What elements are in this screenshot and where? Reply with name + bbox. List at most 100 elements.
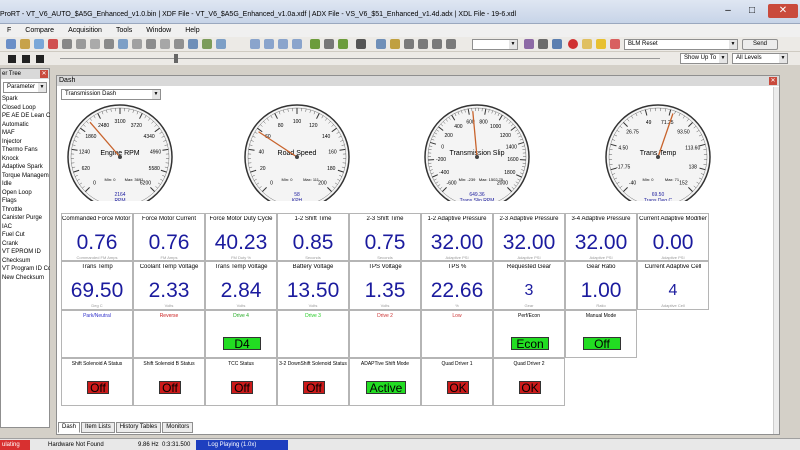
parameter-tree-item[interactable]: MAF xyxy=(2,129,50,138)
record-icon[interactable] xyxy=(48,39,58,49)
parameter-tree-item[interactable]: Fuel Cut xyxy=(2,231,50,240)
indicator-label: Drive 3 xyxy=(305,313,321,319)
parameter-filter-combo[interactable]: Parameter ▼ xyxy=(3,82,47,93)
note-icon[interactable] xyxy=(582,39,592,49)
close-file-icon[interactable] xyxy=(90,39,100,49)
menu-file[interactable]: F xyxy=(0,24,18,37)
tools-icon[interactable] xyxy=(146,39,156,49)
send-button[interactable]: Send xyxy=(742,39,778,50)
tab-monitors[interactable]: Monitors xyxy=(162,422,194,433)
log-slider-thumb[interactable] xyxy=(174,54,178,63)
parameter-tree-item[interactable]: Closed Loop xyxy=(2,104,50,113)
command-combo[interactable]: BLM Reset ▼ xyxy=(624,39,738,50)
parameter-tree-item[interactable]: Torque Managem xyxy=(2,172,50,181)
parameter-tree-item[interactable]: New Checksum xyxy=(2,274,50,283)
step-icon[interactable] xyxy=(36,55,44,63)
parameter-tree-item[interactable]: VT Program ID Co xyxy=(2,265,50,274)
minimize-button[interactable]: – xyxy=(718,4,738,18)
cell-label: Commanded Force Motor Curre xyxy=(62,216,132,222)
table-icon[interactable] xyxy=(118,39,128,49)
dash-scrollbar[interactable] xyxy=(773,87,779,434)
table3-icon[interactable] xyxy=(292,39,302,49)
edit-icon[interactable] xyxy=(132,39,142,49)
gauge-tick-label: 152 xyxy=(679,180,688,186)
parameter-tree-item[interactable]: Idle xyxy=(2,180,50,189)
parameter-tree-item[interactable]: Canister Purge xyxy=(2,214,50,223)
parameter-tree-item[interactable]: Injector xyxy=(2,138,50,147)
close-icon[interactable]: ✕ xyxy=(769,77,777,85)
log-speed-combo[interactable]: ▼ xyxy=(472,39,518,50)
indicator-badge: Econ xyxy=(511,337,549,351)
paste-icon[interactable] xyxy=(174,39,184,49)
menu-help[interactable]: Help xyxy=(178,24,206,37)
tab-dash[interactable]: Dash xyxy=(58,422,81,433)
cell-label: Trans Temp xyxy=(81,264,113,270)
parameter-tree-item[interactable]: Flags xyxy=(2,197,50,206)
settings-icon[interactable] xyxy=(76,39,86,49)
grid-cell: Drive 3 xyxy=(277,310,349,358)
vacuum-icon[interactable] xyxy=(524,39,534,49)
next-icon[interactable] xyxy=(418,39,428,49)
all-levels-value: All Levels xyxy=(736,55,762,61)
parameter-tree-item[interactable]: Knock xyxy=(2,155,50,164)
close-button[interactable]: ✕ xyxy=(768,4,798,18)
graph-icon[interactable] xyxy=(202,39,212,49)
stop-icon[interactable] xyxy=(22,55,30,63)
stop-icon[interactable] xyxy=(62,39,72,49)
parameter-tree-item[interactable]: Throttle xyxy=(2,206,50,215)
parameter-tree-item[interactable]: PE AE DE Lean Cr xyxy=(2,112,50,121)
save-icon[interactable] xyxy=(34,39,44,49)
warn-icon[interactable] xyxy=(610,39,620,49)
parameter-tree-item[interactable]: IAC xyxy=(2,223,50,232)
menu-compare[interactable]: Compare xyxy=(18,24,61,37)
parameter-tree-item[interactable]: Thermo Fans xyxy=(2,146,50,155)
bookmark-icon[interactable] xyxy=(390,39,400,49)
grid-icon[interactable] xyxy=(188,39,198,49)
pause-icon[interactable] xyxy=(8,55,16,63)
copy-icon[interactable] xyxy=(160,39,170,49)
parameter-tree-item[interactable]: Automatic xyxy=(2,121,50,130)
tab-history-tables[interactable]: History Tables xyxy=(115,422,162,433)
chevron-down-icon: ▼ xyxy=(779,54,787,63)
maximize-button[interactable]: □ xyxy=(742,4,762,18)
all-levels-combo[interactable]: All Levels ▼ xyxy=(732,53,788,64)
pause-icon[interactable] xyxy=(446,39,456,49)
table2-icon[interactable] xyxy=(278,39,288,49)
grid-cell: Trans Temp Voltage 2.84 Volts xyxy=(205,261,277,310)
parameter-tree-item[interactable]: Adaptive Spark xyxy=(2,163,50,172)
compare-icon[interactable] xyxy=(356,39,366,49)
chevron-down-icon: ▼ xyxy=(509,40,517,49)
tab-item-lists[interactable]: Item Lists xyxy=(81,422,115,433)
grid-green-icon[interactable] xyxy=(310,39,320,49)
record-red-icon[interactable] xyxy=(568,39,578,49)
star-icon[interactable] xyxy=(596,39,606,49)
parameter-tree-item[interactable]: Checksum xyxy=(2,257,50,266)
play-icon[interactable] xyxy=(432,39,442,49)
list-icon[interactable] xyxy=(264,39,274,49)
status-badge: Off xyxy=(231,381,253,395)
log-slider-track[interactable] xyxy=(60,58,660,59)
parameter-tree-item[interactable]: VT EPROM ID xyxy=(2,248,50,257)
parameter-tree-item[interactable]: Open Loop xyxy=(2,189,50,198)
parameter-tree-item[interactable]: Crank xyxy=(2,240,50,249)
folder-icon[interactable] xyxy=(20,39,30,49)
dash-selector[interactable]: Transmission Dash ▼ xyxy=(61,89,161,100)
parameter-tree-item[interactable]: Spark xyxy=(2,95,50,104)
gauge-2: -600-400-2000200400600 800100012001400160… xyxy=(424,104,530,201)
menu-acquisition[interactable]: Acquisition xyxy=(61,24,109,37)
swap-icon[interactable] xyxy=(538,39,548,49)
prev-icon[interactable] xyxy=(404,39,414,49)
log-icon[interactable] xyxy=(376,39,386,49)
open-icon[interactable] xyxy=(6,39,16,49)
menu-tools[interactable]: Tools xyxy=(109,24,139,37)
zoom-icon[interactable] xyxy=(104,39,114,49)
doc-icon[interactable] xyxy=(552,39,562,49)
map-icon[interactable] xyxy=(338,39,348,49)
view-icon[interactable] xyxy=(216,39,226,49)
show-up-to-combo[interactable]: Show Up To ▼ xyxy=(680,53,728,64)
chart-icon[interactable] xyxy=(324,39,334,49)
window-icon[interactable] xyxy=(250,39,260,49)
menu-window[interactable]: Window xyxy=(139,24,178,37)
close-icon[interactable]: ✕ xyxy=(40,70,48,78)
status-log-playing: Log Playing (1.0x) xyxy=(196,440,288,450)
